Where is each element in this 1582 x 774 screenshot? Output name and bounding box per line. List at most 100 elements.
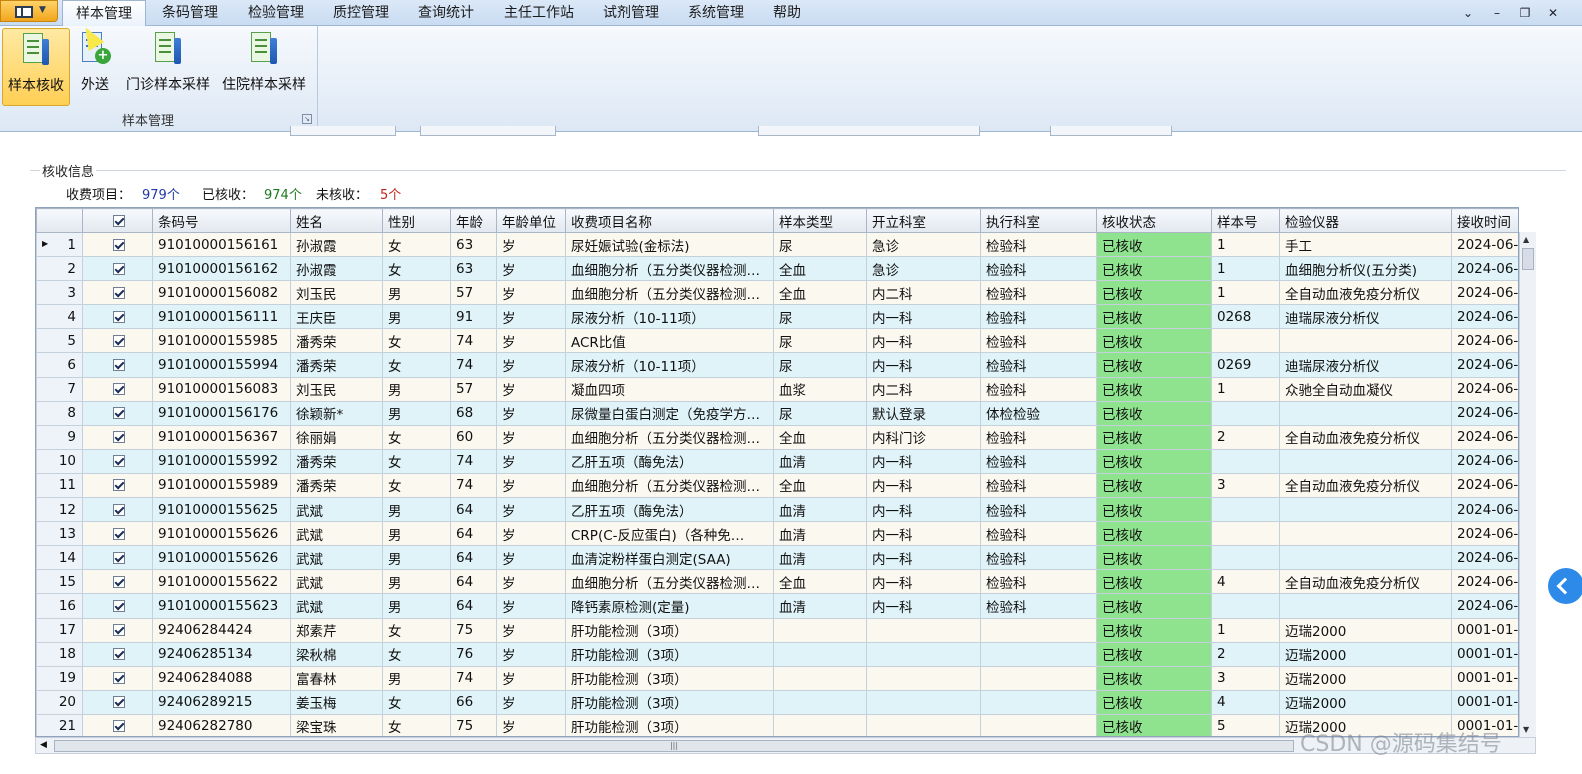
row-number[interactable]: 3: [36, 280, 83, 306]
cell-age[interactable]: 74: [450, 328, 497, 354]
table-row[interactable]: 20 92406289215 姜玉梅女 66 岁肝功能检测（3项） 已核收 4 迈瑞2000 0…: [36, 689, 1518, 715]
cell-receive-status[interactable]: 已核收: [1096, 545, 1212, 571]
cell-age[interactable]: 57: [450, 376, 497, 402]
cell-sample-type[interactable]: [773, 665, 867, 691]
sample-receive-button[interactable]: 样本核收: [2, 28, 70, 106]
cell-age-unit[interactable]: 岁: [496, 689, 566, 715]
cell-gender[interactable]: 男: [382, 593, 451, 619]
table-row[interactable]: 13 91010000155626 武斌男 64 岁 CRP(C-反应蛋白)（各种免… 血清…: [36, 521, 1518, 547]
cell-sample-number[interactable]: 2: [1211, 641, 1280, 667]
cell-receive-status[interactable]: 已核收: [1096, 617, 1212, 643]
cell-age-unit[interactable]: 岁: [496, 376, 566, 402]
cell-name[interactable]: 潘秀荣: [290, 352, 383, 378]
cell-barcode[interactable]: 91010000155994: [152, 352, 291, 378]
cell-barcode[interactable]: 92406285134: [152, 641, 291, 667]
row-checkbox[interactable]: [112, 479, 125, 492]
row-number[interactable]: 13: [36, 521, 83, 547]
cell-sample-number[interactable]: 4: [1211, 689, 1280, 715]
table-row[interactable]: 21 92406282780 梁宝珠女 75 岁肝功能检测（3项） 已核收 5 迈瑞2000 0…: [36, 713, 1518, 736]
cell-ordering-dept[interactable]: 急诊: [866, 256, 981, 282]
cell-name[interactable]: 潘秀荣: [290, 472, 383, 499]
column-header[interactable]: 年龄单位: [496, 208, 566, 233]
cell-charge-item[interactable]: 尿液分析（10-11项）: [565, 352, 774, 378]
cell-name[interactable]: 孙淑霞: [290, 231, 383, 258]
cell-instrument[interactable]: 迈瑞2000: [1279, 689, 1452, 715]
cell-sample-number[interactable]: 2: [1211, 424, 1280, 450]
cell-ordering-dept[interactable]: 内一科: [866, 352, 981, 378]
cell-instrument[interactable]: [1279, 497, 1452, 523]
cell-executing-dept[interactable]: 检验科: [980, 352, 1097, 378]
cell-sample-number[interactable]: 5: [1211, 713, 1280, 736]
cell-receive-status[interactable]: 已核收: [1096, 665, 1212, 691]
cell-ordering-dept[interactable]: [866, 689, 981, 715]
restore-icon[interactable]: ❐: [1514, 3, 1536, 23]
cell-barcode[interactable]: 91010000155626: [152, 545, 291, 571]
cell-ordering-dept[interactable]: [866, 617, 981, 643]
row-checkbox[interactable]: [112, 310, 125, 323]
inpatient-sampling-button[interactable]: 住院样本采样: [218, 28, 310, 106]
cell-executing-dept[interactable]: 检验科: [980, 280, 1097, 306]
cell-sample-number[interactable]: [1211, 593, 1280, 619]
table-row[interactable]: 5 91010000155985 潘秀荣女 74 岁 ACR比值尿内一科 检验科 已核收 202…: [36, 328, 1518, 354]
cell-receive-time[interactable]: 2024-06-: [1451, 472, 1518, 499]
row-number[interactable]: 20: [36, 689, 83, 715]
cell-ordering-dept[interactable]: 内一科: [866, 472, 981, 499]
cell-receive-status[interactable]: 已核收: [1096, 424, 1212, 450]
table-row[interactable]: 18 92406285134 梁秋棉女 76 岁肝功能检测（3项） 已核收 2 迈瑞2000 0…: [36, 641, 1518, 667]
tab-sample-management[interactable]: 样本管理: [62, 0, 146, 26]
cell-sample-type[interactable]: [773, 713, 867, 736]
table-row[interactable]: 16 91010000155623 武斌男 64 岁降钙素原检测(定量) 血清 内一科 检验科…: [36, 593, 1518, 619]
cell-instrument[interactable]: [1279, 448, 1452, 474]
row-checkbox[interactable]: [112, 503, 125, 516]
scroll-down-icon[interactable]: ▼: [1523, 725, 1529, 734]
cell-name[interactable]: 姜玉梅: [290, 689, 383, 715]
cell-name[interactable]: 郑素芹: [290, 617, 383, 643]
cell-receive-status[interactable]: 已核收: [1096, 593, 1212, 619]
row-checkbox[interactable]: [112, 527, 125, 540]
cell-barcode[interactable]: 92406289215: [152, 689, 291, 715]
row-checkbox[interactable]: [112, 672, 125, 685]
cell-barcode[interactable]: 91010000156161: [152, 231, 291, 258]
cell-instrument[interactable]: 手工: [1279, 231, 1452, 258]
cell-receive-time[interactable]: 0001-01-: [1451, 689, 1518, 715]
row-number[interactable]: 11: [36, 472, 83, 499]
cell-barcode[interactable]: 91010000155989: [152, 472, 291, 499]
cell-barcode[interactable]: 91010000156082: [152, 280, 291, 306]
cell-ordering-dept[interactable]: 内一科: [866, 545, 981, 571]
cell-age-unit[interactable]: 岁: [496, 497, 566, 523]
cell-gender[interactable]: 女: [382, 231, 451, 258]
cell-sample-number[interactable]: [1211, 521, 1280, 547]
cell-age-unit[interactable]: 岁: [496, 545, 566, 571]
cell-gender[interactable]: 女: [382, 328, 451, 354]
cell-sample-type[interactable]: 血清: [773, 593, 867, 619]
cell-receive-status[interactable]: 已核收: [1096, 641, 1212, 667]
table-row[interactable]: 12 91010000155625 武斌男 64 岁乙肝五项（酶免法） 血清 内一科 检验科已…: [36, 497, 1518, 523]
cell-receive-status[interactable]: 已核收: [1096, 569, 1212, 595]
cell-gender[interactable]: 男: [382, 545, 451, 571]
cell-receive-time[interactable]: 2024-06-: [1451, 256, 1518, 282]
row-number[interactable]: 12: [36, 497, 83, 523]
cell-gender[interactable]: 男: [382, 304, 451, 330]
cell-sample-type[interactable]: 血清: [773, 545, 867, 571]
cell-executing-dept[interactable]: 检验科: [980, 376, 1097, 402]
cell-barcode[interactable]: 91010000155623: [152, 593, 291, 619]
row-number[interactable]: 19: [36, 665, 83, 691]
cell-sample-number[interactable]: 0268: [1211, 304, 1280, 330]
cell-sample-type[interactable]: 血清: [773, 497, 867, 523]
cell-instrument[interactable]: 众驰全自动血凝仪: [1279, 376, 1452, 402]
cell-charge-item[interactable]: 乙肝五项（酶免法）: [565, 448, 774, 474]
cell-gender[interactable]: 女: [382, 689, 451, 715]
cell-receive-status[interactable]: 已核收: [1096, 352, 1212, 378]
table-row[interactable]: 11 91010000155989 潘秀荣女 74 岁血细胞分析（五分类仪器检测… 全血内…: [36, 472, 1518, 499]
cell-age[interactable]: 91: [450, 304, 497, 330]
cell-age[interactable]: 63: [450, 256, 497, 282]
row-number[interactable]: 2: [36, 256, 83, 282]
cell-receive-time[interactable]: 2024-06-: [1451, 593, 1518, 619]
cell-charge-item[interactable]: 血细胞分析（五分类仪器检测…: [565, 256, 774, 282]
cell-name[interactable]: 刘玉民: [290, 280, 383, 306]
cell-age[interactable]: 57: [450, 280, 497, 306]
cell-gender[interactable]: 男: [382, 521, 451, 547]
row-checkbox[interactable]: [112, 359, 125, 372]
cell-receive-status[interactable]: 已核收: [1096, 304, 1212, 330]
table-row[interactable]: 7 91010000156083 刘玉民男 57 岁凝血四项 血浆 内二科 检验科 已核收 1 众驰…: [36, 376, 1518, 402]
